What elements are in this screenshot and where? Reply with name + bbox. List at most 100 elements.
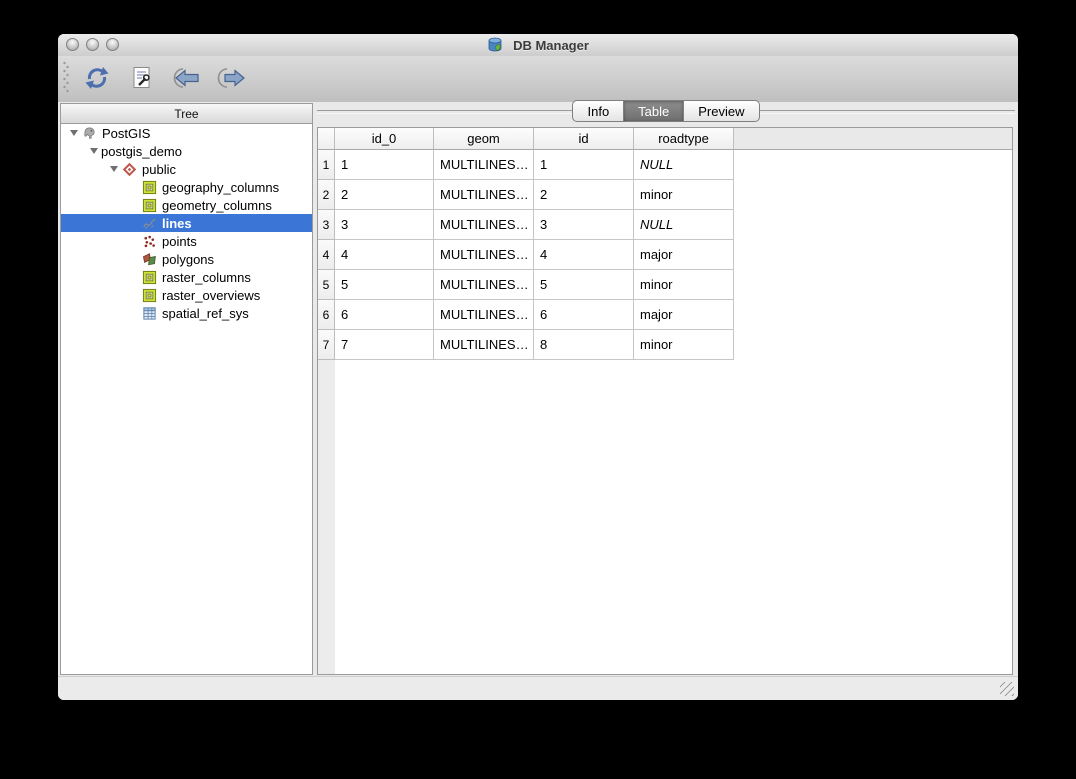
cell-id[interactable]: 3	[534, 210, 634, 240]
tree-item-spatial-ref-sys[interactable]: spatial_ref_sys	[61, 304, 312, 322]
window-title-text: DB Manager	[513, 37, 589, 53]
tree-item-lines[interactable]: lines	[61, 214, 312, 232]
tree-item-geography-columns[interactable]: geography_columns	[61, 178, 312, 196]
database-icon	[487, 37, 503, 53]
table-row: 1 1 MULTILINES… 1 NULL	[318, 150, 1012, 180]
resize-grip[interactable]	[1000, 682, 1014, 696]
table-layer-icon	[141, 180, 157, 195]
row-number[interactable]: 3	[318, 210, 335, 240]
cell-id_0[interactable]: 4	[335, 240, 434, 270]
tree-item-label: postgis_demo	[101, 143, 182, 159]
cell-roadtype[interactable]: major	[634, 240, 734, 270]
import-layer-button[interactable]	[170, 61, 204, 97]
cell-id[interactable]: 6	[534, 300, 634, 330]
toolbar	[58, 56, 1018, 103]
column-header-id_0[interactable]: id_0	[335, 128, 434, 150]
tree-item-raster-overviews[interactable]: raster_overviews	[61, 286, 312, 304]
tab-info[interactable]: Info	[572, 100, 624, 122]
polygon-layer-icon	[141, 252, 157, 267]
table-row: 5 5 MULTILINES… 5 minor	[318, 270, 1012, 300]
row-number[interactable]: 1	[318, 150, 335, 180]
cell-geom[interactable]: MULTILINES…	[434, 240, 534, 270]
table-layer-icon	[141, 288, 157, 303]
cell-id[interactable]: 1	[534, 150, 634, 180]
cell-roadtype[interactable]: major	[634, 300, 734, 330]
row-number[interactable]: 6	[318, 300, 335, 330]
cell-id_0[interactable]: 5	[335, 270, 434, 300]
detail-panel: Info Table Preview id_0 geom id roadtype…	[317, 100, 1015, 675]
main-content: Tree PostGIS postgis_demo public geograp…	[58, 100, 1018, 677]
cell-id_0[interactable]: 3	[335, 210, 434, 240]
row-number[interactable]: 4	[318, 240, 335, 270]
tree-item-label: raster_overviews	[162, 287, 261, 303]
tree-item-postgis-demo[interactable]: postgis_demo	[61, 142, 312, 160]
column-header-id[interactable]: id	[534, 128, 634, 150]
refresh-icon	[84, 65, 110, 94]
tree-item-raster-columns[interactable]: raster_columns	[61, 268, 312, 286]
column-header-roadtype[interactable]: roadtype	[634, 128, 734, 150]
cell-id[interactable]: 8	[534, 330, 634, 360]
sql-window-icon	[131, 66, 153, 93]
header-filler	[734, 128, 1012, 150]
tree-item-points[interactable]: points	[61, 232, 312, 250]
window-title: DB Manager	[58, 34, 1018, 56]
disclosure-triangle[interactable]	[67, 130, 81, 136]
table-row: 7 7 MULTILINES… 8 minor	[318, 330, 1012, 360]
tree-item-postgis[interactable]: PostGIS	[61, 124, 312, 142]
cell-id_0[interactable]: 2	[335, 180, 434, 210]
row-spacer	[734, 240, 1012, 270]
row-spacer	[734, 300, 1012, 330]
row-number[interactable]: 5	[318, 270, 335, 300]
cell-roadtype[interactable]: NULL	[634, 150, 734, 180]
row-spacer	[734, 150, 1012, 180]
cell-id_0[interactable]: 7	[335, 330, 434, 360]
tree-item-label: polygons	[162, 251, 215, 267]
tree-item-label: PostGIS	[102, 125, 151, 141]
table-row: 6 6 MULTILINES… 6 major	[318, 300, 1012, 330]
disclosure-triangle[interactable]	[87, 148, 101, 154]
column-header-geom[interactable]: geom	[434, 128, 534, 150]
spatial-table-icon	[141, 306, 157, 321]
table-layer-icon	[141, 270, 157, 285]
row-header-filler	[318, 360, 335, 674]
tree-item-label: public	[142, 161, 176, 177]
titlebar[interactable]: DB Manager	[58, 34, 1018, 57]
line-layer-icon	[141, 216, 157, 231]
table-empty-area	[318, 360, 1012, 674]
export-file-button[interactable]	[215, 61, 249, 97]
tab-preview[interactable]: Preview	[683, 100, 760, 122]
cell-id_0[interactable]: 1	[335, 150, 434, 180]
tree-item-public[interactable]: public	[61, 160, 312, 178]
refresh-button[interactable]	[80, 61, 114, 97]
cell-geom[interactable]: MULTILINES…	[434, 180, 534, 210]
tree-item-label: lines	[162, 215, 192, 231]
cell-geom[interactable]: MULTILINES…	[434, 300, 534, 330]
cell-roadtype[interactable]: NULL	[634, 210, 734, 240]
cell-id[interactable]: 2	[534, 180, 634, 210]
sql-window-button[interactable]	[125, 61, 159, 97]
cell-id[interactable]: 4	[534, 240, 634, 270]
cell-roadtype[interactable]: minor	[634, 330, 734, 360]
row-number[interactable]: 2	[318, 180, 335, 210]
tree-item-label: geometry_columns	[162, 197, 272, 213]
toolbar-drag-handle[interactable]	[62, 60, 70, 99]
tree-item-polygons[interactable]: polygons	[61, 250, 312, 268]
schema-icon	[121, 162, 137, 177]
cell-geom[interactable]: MULTILINES…	[434, 210, 534, 240]
cell-geom[interactable]: MULTILINES…	[434, 150, 534, 180]
cell-roadtype[interactable]: minor	[634, 270, 734, 300]
row-number[interactable]: 7	[318, 330, 335, 360]
disclosure-triangle[interactable]	[107, 166, 121, 172]
cell-geom[interactable]: MULTILINES…	[434, 270, 534, 300]
row-spacer	[734, 210, 1012, 240]
tree-item-label: spatial_ref_sys	[162, 305, 249, 321]
cell-id[interactable]: 5	[534, 270, 634, 300]
table-corner[interactable]	[318, 128, 335, 150]
tree-item-geometry-columns[interactable]: geometry_columns	[61, 196, 312, 214]
tree-item-label: points	[162, 233, 197, 249]
cell-geom[interactable]: MULTILINES…	[434, 330, 534, 360]
cell-id_0[interactable]: 6	[335, 300, 434, 330]
tree-item-label: geography_columns	[162, 179, 280, 195]
tab-table[interactable]: Table	[623, 100, 684, 122]
cell-roadtype[interactable]: minor	[634, 180, 734, 210]
